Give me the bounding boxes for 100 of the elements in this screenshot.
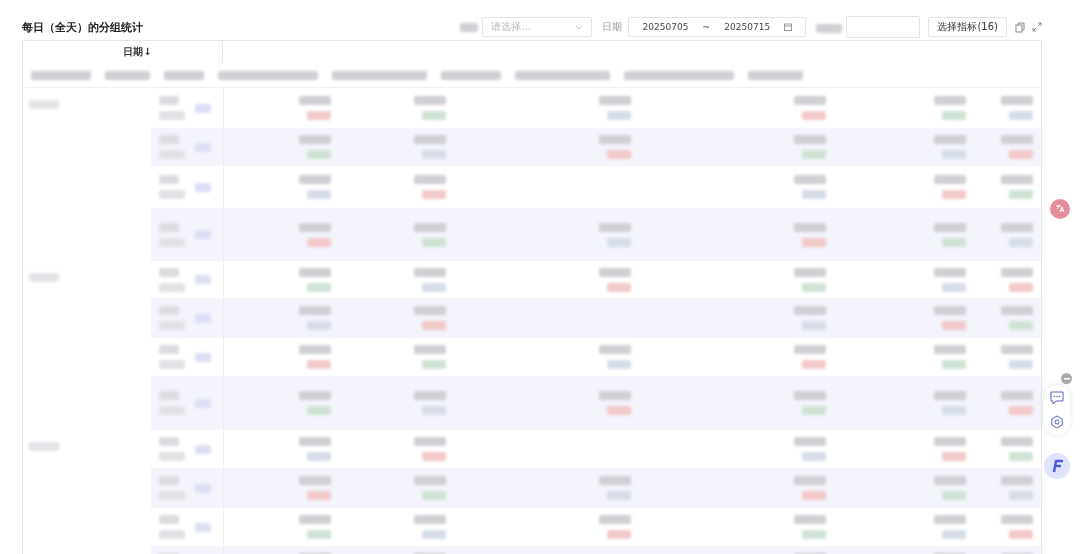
blurred-text: [599, 391, 631, 400]
blurred-text: [802, 530, 826, 539]
blurred-text: [1001, 476, 1033, 485]
input-field[interactable]: [846, 16, 921, 38]
translate-icon[interactable]: [1050, 199, 1070, 219]
blurred-text: [307, 530, 331, 539]
blurred-text: [159, 345, 179, 354]
blurred-text: [599, 515, 631, 524]
blurred-text: [1009, 282, 1033, 292]
blurred-text: [307, 190, 331, 199]
blurred-text: [307, 237, 331, 247]
settings-icon[interactable]: [1050, 415, 1064, 429]
blurred-text: [607, 491, 631, 500]
blurred-text: [794, 437, 826, 446]
blurred-text: [195, 522, 211, 532]
blurred-text: [802, 111, 826, 120]
blurred-text: [802, 190, 826, 199]
blurred-text: [195, 352, 211, 362]
blurred-text: [1001, 515, 1033, 524]
blurred-text: [1009, 150, 1033, 159]
expand-icon[interactable]: [1032, 22, 1042, 32]
blurred-text: [307, 282, 331, 292]
blurred-text: [802, 150, 826, 159]
blurred-text: [1001, 391, 1033, 400]
blurred-text: [159, 306, 179, 315]
blurred-text: [299, 267, 331, 277]
blurred-text: [599, 222, 631, 232]
blurred-text: [29, 273, 59, 282]
blurred-text: [607, 111, 631, 120]
calendar-icon: [784, 23, 793, 31]
blurred-text: [159, 135, 179, 144]
chat-icon[interactable]: [1050, 391, 1064, 405]
blurred-text: [307, 321, 331, 330]
blurred-text: [159, 452, 185, 461]
blurred-text: [942, 530, 966, 539]
blurred-text: [159, 530, 185, 539]
blurred-text: [159, 476, 179, 485]
blurred-text: [1009, 530, 1033, 539]
chevron-down-icon: [575, 24, 584, 30]
blurred-text: [422, 530, 446, 539]
date-range-field[interactable]: 20250705 ~ 20250715: [628, 17, 807, 37]
blurred-label: [816, 23, 843, 33]
blurred-text: [1001, 135, 1033, 144]
blurred-text: [794, 96, 826, 105]
blurred-text: [422, 190, 446, 199]
blurred-text: [794, 515, 826, 524]
blurred-text: [159, 175, 179, 184]
blurred-text: [414, 437, 446, 446]
blurred-text: [934, 391, 966, 400]
blurred-header: [105, 70, 150, 80]
blurred-text: [414, 96, 446, 105]
blurred-text: [934, 345, 966, 354]
blurred-text: [794, 306, 826, 315]
blurred-text: [607, 530, 631, 539]
blurred-text: [942, 452, 966, 461]
blurred-text: [414, 267, 446, 277]
blurred-text: [1009, 190, 1033, 199]
copy-icon[interactable]: [1015, 21, 1026, 33]
blurred-text: [299, 476, 331, 485]
blurred-text: [414, 135, 446, 144]
blurred-text: [607, 360, 631, 369]
blurred-text: [794, 135, 826, 144]
select-metrics-button[interactable]: 选择指标(16): [928, 17, 1007, 37]
blurred-text: [414, 175, 446, 184]
blurred-text: [1001, 345, 1033, 354]
blurred-text: [599, 96, 631, 105]
blurred-text: [159, 437, 179, 446]
blurred-text: [159, 391, 179, 400]
blurred-text: [422, 360, 446, 369]
blurred-text: [307, 406, 331, 415]
blurred-text: [794, 222, 826, 232]
logo-icon[interactable]: [1044, 453, 1070, 479]
blurred-text: [934, 96, 966, 105]
blurred-text: [1009, 491, 1033, 500]
blurred-text: [934, 437, 966, 446]
blurred-text: [607, 237, 631, 247]
blurred-text: [299, 96, 331, 105]
column-header[interactable]: 日期↓: [23, 41, 223, 63]
blurred-text: [422, 150, 446, 159]
minus-icon[interactable]: [1061, 373, 1072, 384]
blurred-text: [195, 182, 211, 192]
blurred-text: [607, 406, 631, 415]
blurred-text: [195, 275, 211, 284]
blurred-text: [422, 321, 446, 330]
blurred-text: [599, 267, 631, 277]
blurred-text: [802, 321, 826, 330]
blurred-text: [1009, 406, 1033, 415]
blurred-text: [942, 360, 966, 369]
blurred-text: [159, 282, 185, 292]
blurred-text: [1009, 452, 1033, 461]
blurred-text: [159, 360, 185, 369]
blurred-text: [299, 175, 331, 184]
blurred-text: [802, 360, 826, 369]
blurred-text: [414, 345, 446, 354]
date-label: 日期: [602, 20, 623, 34]
blurred-text: [1009, 237, 1033, 247]
blurred-text: [299, 135, 331, 144]
blurred-text: [942, 150, 966, 159]
blurred-text: [299, 515, 331, 524]
blurred-text: [307, 150, 331, 159]
